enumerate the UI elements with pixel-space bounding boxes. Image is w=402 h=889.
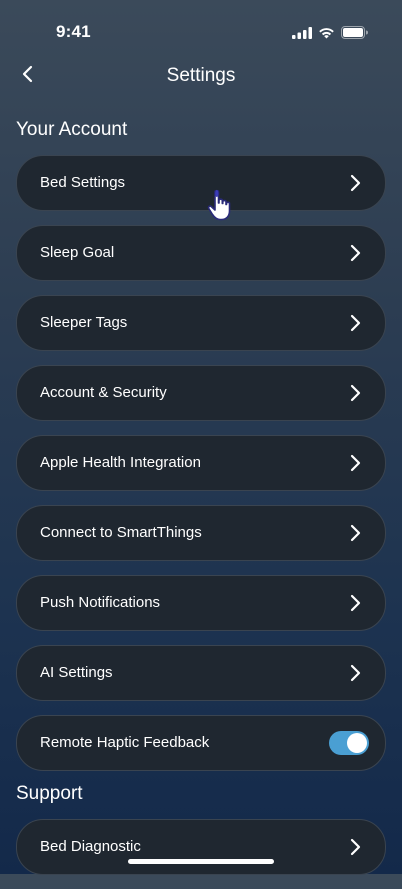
account-settings-list: Bed Settings Sleep Goal Sleeper Tags Acc… xyxy=(16,155,386,785)
chevron-right-icon xyxy=(345,243,365,263)
row-label: Bed Settings xyxy=(40,174,126,191)
chevron-right-icon xyxy=(345,837,365,857)
row-label: Remote Haptic Feedback xyxy=(40,734,210,751)
settings-row-bed-settings[interactable]: Bed Settings xyxy=(16,155,386,211)
row-label: Connect to SmartThings xyxy=(40,524,202,541)
wifi-icon xyxy=(318,26,335,44)
settings-row-account-security[interactable]: Account & Security xyxy=(16,365,386,421)
support-settings-list: Bed Diagnostic xyxy=(16,819,386,889)
row-label: Apple Health Integration xyxy=(40,454,201,471)
row-label: Account & Security xyxy=(40,384,167,401)
row-label: Bed Diagnostic xyxy=(40,838,141,855)
settings-row-smartthings[interactable]: Connect to SmartThings xyxy=(16,505,386,561)
status-time: 9:41 xyxy=(56,22,91,41)
section-title-support: Support xyxy=(16,783,83,804)
hand-pointer-icon xyxy=(206,188,234,222)
home-indicator xyxy=(128,859,274,864)
settings-row-ai-settings[interactable]: AI Settings xyxy=(16,645,386,701)
row-label: AI Settings xyxy=(40,664,113,681)
section-title-your-account: Your Account xyxy=(16,119,128,140)
chevron-right-icon xyxy=(345,593,365,613)
status-bar: 9:41 xyxy=(0,0,402,54)
chevron-right-icon xyxy=(345,313,365,333)
settings-row-sleep-goal[interactable]: Sleep Goal xyxy=(16,225,386,281)
settings-row-remote-haptic-feedback: Remote Haptic Feedback xyxy=(16,715,386,771)
status-icons xyxy=(292,26,368,44)
row-label: Sleep Goal xyxy=(40,244,115,261)
row-label: Push Notifications xyxy=(40,594,161,611)
settings-row-push-notifications[interactable]: Push Notifications xyxy=(16,575,386,631)
chevron-right-icon xyxy=(345,383,365,403)
navigation-bar: Settings xyxy=(0,54,402,100)
battery-icon xyxy=(341,26,368,44)
settings-row-apple-health[interactable]: Apple Health Integration xyxy=(16,435,386,491)
chevron-right-icon xyxy=(345,663,365,683)
page-title: Settings xyxy=(166,65,236,86)
cellular-signal-icon xyxy=(292,26,312,44)
toggle-knob xyxy=(347,733,367,753)
chevron-right-icon xyxy=(345,453,365,473)
chevron-right-icon xyxy=(345,173,365,193)
row-label: Sleeper Tags xyxy=(40,314,128,331)
settings-row-bed-diagnostic[interactable]: Bed Diagnostic xyxy=(16,819,386,875)
chevron-right-icon xyxy=(345,523,365,543)
settings-row-sleeper-tags[interactable]: Sleeper Tags xyxy=(16,295,386,351)
remote-haptic-feedback-toggle[interactable] xyxy=(329,731,369,755)
